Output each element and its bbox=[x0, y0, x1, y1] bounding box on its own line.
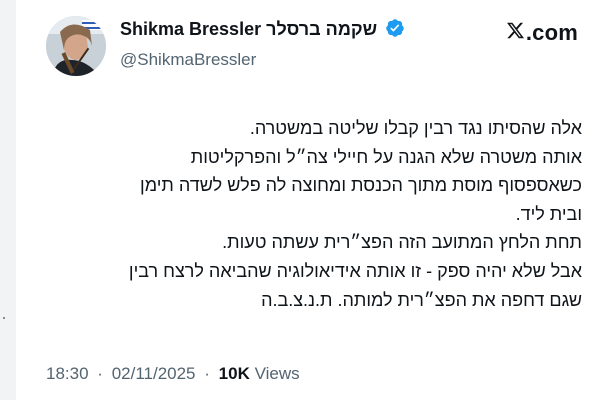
meta-separator: · bbox=[204, 364, 210, 383]
avatar-image bbox=[46, 16, 106, 76]
tweet-line: אבל שלא יהיה ספק - זו אותה אידיאולוגיה ש… bbox=[128, 260, 582, 281]
tweet-date[interactable]: 02/11/2025 bbox=[112, 364, 196, 383]
tweet-line: כשאספסוף מוסת מתוך הכנסת ומחוצה לה פלש ל… bbox=[140, 175, 582, 196]
views-label: Views bbox=[254, 364, 300, 383]
tweet-line: תחת הלחץ המתועב הזה הפצ״רית עשתה טעות. bbox=[222, 232, 582, 253]
tweet-line: ובית ליד. bbox=[515, 203, 582, 224]
x-logo-icon bbox=[506, 20, 525, 46]
page-left-edge bbox=[0, 0, 16, 400]
user-block: Shikma Bressler שקמה ברסלר @ShikmaBressl… bbox=[120, 18, 440, 70]
brand[interactable]: .com bbox=[506, 20, 578, 46]
stray-dot bbox=[3, 317, 5, 319]
display-name[interactable]: Shikma Bressler שקמה ברסלר bbox=[120, 19, 377, 39]
user-handle[interactable]: @ShikmaBressler bbox=[120, 50, 440, 70]
display-name-row[interactable]: Shikma Bressler שקמה ברסלר bbox=[120, 18, 440, 43]
tweet-meta: 18:30 · 02/11/2025 · 10K Views bbox=[46, 364, 300, 384]
tweet-line: אותה משטרה שלא הגנה על חיילי צה״ל והפרקל… bbox=[190, 146, 582, 167]
avatar[interactable] bbox=[46, 16, 106, 76]
tweet-line: אלה שהסיתו נגד רבין קבלו שליטה במשטרה. bbox=[249, 118, 582, 138]
brand-text: .com bbox=[525, 20, 578, 45]
tweet-line: שגם דחפה את הפצ״רית למותה. ת.נ.צ.ב.ה bbox=[261, 289, 582, 310]
tweet-text: אלה שהסיתו נגד רבין קבלו שליטה במשטרה. א… bbox=[28, 114, 582, 314]
tweet-time[interactable]: 18:30 bbox=[46, 364, 89, 383]
verified-badge-icon bbox=[385, 18, 405, 43]
views-count[interactable]: 10K bbox=[219, 364, 250, 383]
meta-separator: · bbox=[97, 364, 103, 383]
